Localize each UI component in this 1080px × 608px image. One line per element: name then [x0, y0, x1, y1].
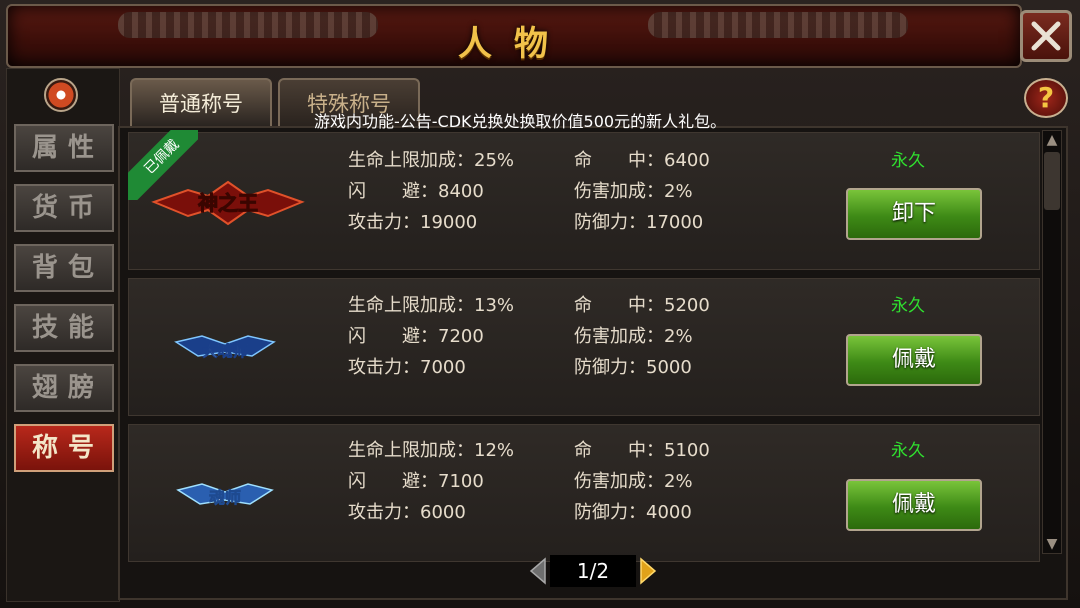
dodge: 闪 避：7200 [348, 326, 484, 347]
record-icon[interactable] [44, 78, 78, 112]
dodge: 闪 避：8400 [348, 181, 484, 202]
duration-label: 永久 [891, 296, 925, 316]
duration-label: 永久 [891, 441, 925, 461]
hp-bonus: 生命上限加成：25% [348, 150, 515, 171]
damage-bonus: 伤害加成：2% [574, 471, 693, 492]
hit: 命 中：5100 [574, 440, 710, 461]
hit: 命 中：5200 [574, 295, 710, 316]
scroll-up-icon[interactable]: ▲ [1044, 132, 1060, 148]
attack: 攻击力：6000 [348, 502, 466, 523]
sidebar-item-titles[interactable]: 称号 [14, 424, 114, 472]
help-icon: ? [1037, 81, 1055, 114]
defense: 防御力：17000 [574, 212, 704, 233]
tab-normal-titles[interactable]: 普通称号 [130, 78, 272, 126]
sidebar-item-bag[interactable]: 背包 [14, 244, 114, 292]
prev-page-icon[interactable] [528, 557, 548, 585]
sidebar-item-attributes[interactable]: 属性 [14, 124, 114, 172]
attack: 攻击力：7000 [348, 357, 466, 378]
help-button[interactable]: ? [1024, 78, 1068, 118]
hp-bonus: 生命上限加成：12% [348, 440, 515, 461]
title-art-god-king: 神之王 [151, 180, 305, 226]
sidebar-item-skills[interactable]: 技能 [14, 304, 114, 352]
window-title: 人物 [458, 24, 570, 64]
dodge: 闪 避：7100 [348, 471, 484, 492]
title-art-great-soul-master: 大魂师 [174, 335, 276, 360]
damage-bonus: 伤害加成：2% [574, 181, 693, 202]
scroll-thumb[interactable] [1044, 152, 1060, 210]
close-icon [1031, 21, 1061, 51]
title-art-label: 大魂师 [202, 342, 247, 360]
title-art-soul-master: 魂师 [176, 483, 274, 507]
equip-button[interactable]: 佩戴 [846, 479, 982, 531]
hp-bonus: 生命上限加成：13% [348, 295, 515, 316]
title-bar: 人物 [6, 4, 1022, 68]
announcement-text: 游戏内功能-公告-CDK兑换处换取价值500元的新人礼包。 [314, 112, 727, 131]
sidebar-item-wings[interactable]: 翅膀 [14, 364, 114, 412]
unequip-button[interactable]: 卸下 [846, 188, 982, 240]
page-indicator: 1/2 [550, 555, 636, 587]
equip-button[interactable]: 佩戴 [846, 334, 982, 386]
close-button[interactable] [1020, 10, 1072, 62]
next-page-icon[interactable] [638, 557, 658, 585]
defense: 防御力：5000 [574, 357, 692, 378]
damage-bonus: 伤害加成：2% [574, 326, 693, 347]
scroll-down-icon[interactable]: ▼ [1044, 536, 1060, 552]
title-art-label: 魂师 [209, 488, 241, 507]
hit: 命 中：6400 [574, 150, 710, 171]
title-art-label: 神之王 [198, 191, 258, 215]
attack: 攻击力：19000 [348, 212, 478, 233]
duration-label: 永久 [891, 151, 925, 171]
sidebar-item-currency[interactable]: 货币 [14, 184, 114, 232]
defense: 防御力：4000 [574, 502, 692, 523]
